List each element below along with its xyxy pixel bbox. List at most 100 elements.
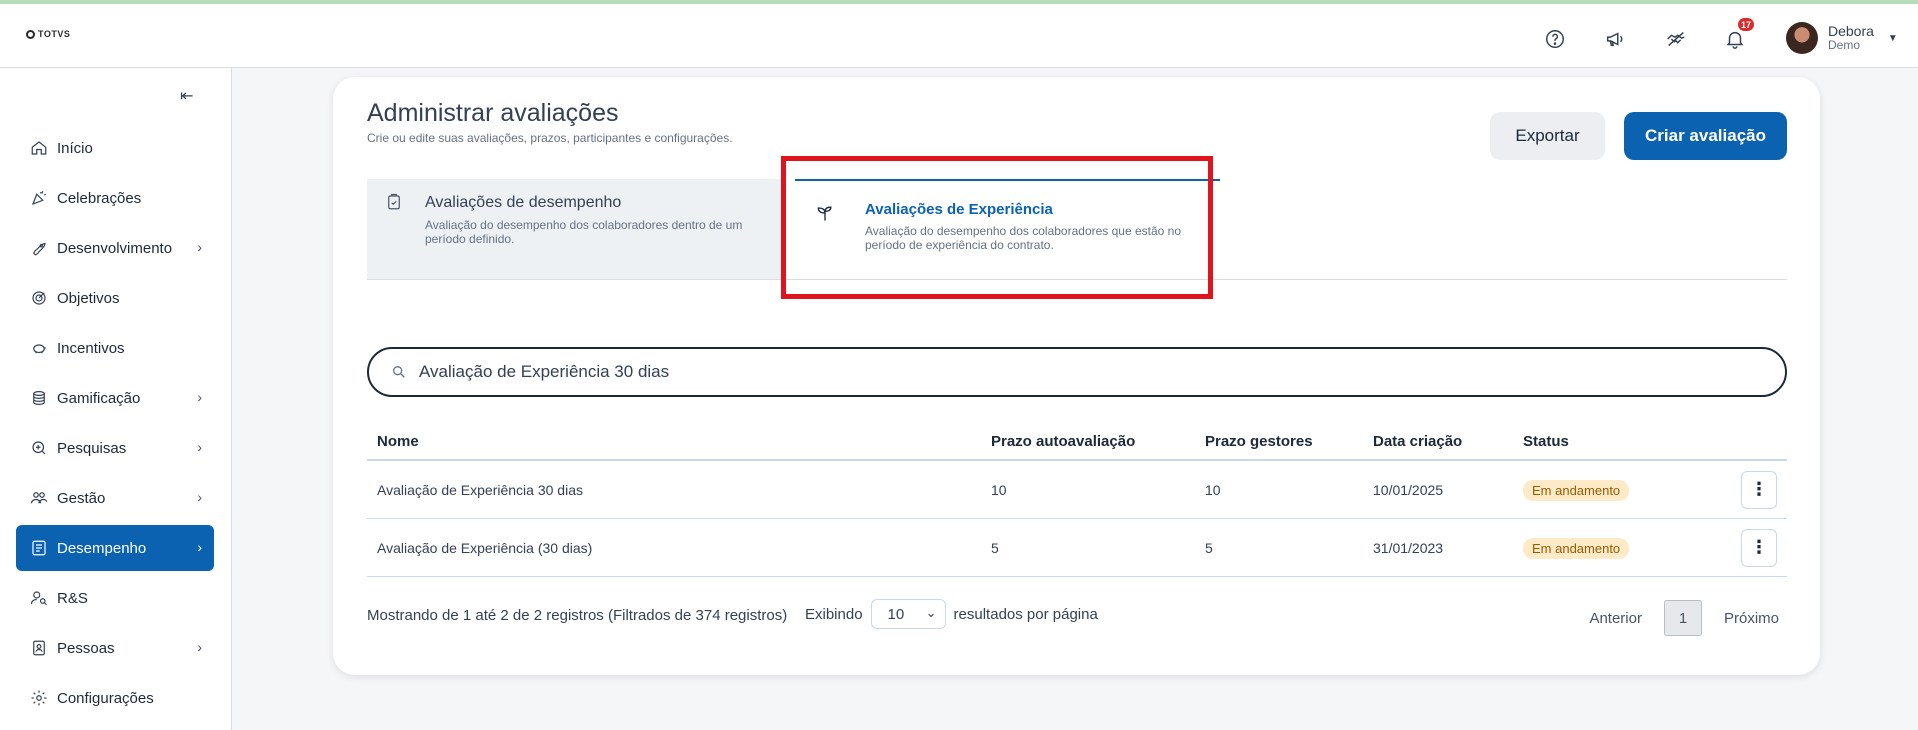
chevron-down-icon: ⌄ [925, 605, 937, 620]
cell-data-criacao: 31/01/2023 [1373, 539, 1444, 556]
chevron-right-icon: › [197, 489, 202, 505]
page-subtitle: Crie ou edite suas avaliações, prazos, p… [367, 131, 733, 145]
sidebar-item-gestao[interactable]: Gestão › [16, 475, 214, 521]
target-icon [29, 288, 49, 308]
checklist-icon [29, 538, 49, 558]
search-doc-icon [29, 438, 49, 458]
sidebar-item-incentivos[interactable]: Incentivos [16, 325, 214, 371]
create-evaluation-button[interactable]: Criar avaliação [1624, 112, 1787, 160]
search-icon [393, 366, 405, 378]
search-bar[interactable] [367, 347, 1787, 397]
cell-nome: Avaliação de Experiência 30 dias [377, 481, 583, 498]
column-header-nome[interactable]: Nome [367, 433, 991, 450]
cell-data-criacao: 10/01/2025 [1373, 481, 1444, 498]
sidebar-item-rs[interactable]: R&S [16, 575, 214, 621]
tab-description: Avaliação do desempenho dos colaboradore… [865, 224, 1182, 252]
totvs-logo[interactable]: TOTVS [26, 29, 70, 39]
sidebar-item-label: Celebrações [57, 189, 142, 207]
clipboard-check-icon [385, 193, 403, 211]
per-page-select[interactable]: 10 ⌄ [870, 599, 946, 629]
table-footer: Mostrando de 1 até 2 de 2 registros (Fil… [367, 597, 1787, 636]
per-page-suffix: resultados por página [953, 605, 1098, 623]
sidebar-item-label: Desempenho [57, 539, 147, 557]
piggy-icon [29, 338, 49, 358]
sidebar-item-label: Configurações [57, 689, 154, 707]
row-actions-button[interactable]: ⋮ [1741, 470, 1777, 509]
chevron-right-icon: › [197, 239, 202, 255]
table-row[interactable]: Avaliação de Experiência 30 dias 10 10 1… [367, 461, 1787, 519]
sidebar-item-desempenho[interactable]: Desempenho › [16, 525, 214, 571]
tab-title: Avaliações de Experiência [865, 201, 1053, 218]
coins-icon [29, 388, 49, 408]
sidebar-item-pesquisas[interactable]: Pesquisas › [16, 425, 214, 471]
caret-down-icon: ▼ [1887, 32, 1898, 44]
tab-avaliacoes-experiencia[interactable]: Avaliações de Experiência Avaliação do d… [795, 179, 1220, 279]
user-name: Debora [1828, 23, 1874, 39]
notifications-count-badge: 17 [1737, 18, 1754, 31]
chevron-right-icon: › [197, 539, 202, 555]
sprout-icon [815, 203, 833, 221]
tab-title: Avaliações de desempenho [425, 194, 622, 211]
main-card: Administrar avaliações Crie ou edite sua… [333, 77, 1820, 675]
logo-text: TOTVS [38, 29, 71, 39]
cell-nome: Avaliação de Experiência (30 dias) [377, 539, 593, 556]
badge-icon [29, 638, 49, 658]
cell-prazo-gestores: 5 [1205, 539, 1213, 556]
column-header-data-criacao[interactable]: Data criação [1373, 433, 1523, 450]
search-input[interactable] [419, 362, 1719, 382]
column-header-prazo-gestores[interactable]: Prazo gestores [1205, 433, 1373, 450]
tab-description: Avaliação do desempenho dos colaboradore… [425, 218, 743, 246]
help-icon[interactable] [1542, 26, 1568, 52]
table-header: Nome Prazo autoavaliação Prazo gestores … [367, 423, 1787, 461]
page-number-button[interactable]: 1 [1663, 600, 1702, 636]
page-title: Administrar avaliações [367, 99, 619, 127]
sidebar-item-label: Desenvolvimento [57, 239, 173, 257]
party-icon [29, 188, 49, 208]
tab-avaliacoes-desempenho[interactable]: Avaliações de desempenho Avaliação do de… [367, 179, 785, 279]
chevron-right-icon: › [197, 639, 202, 655]
evaluations-table: Nome Prazo autoavaliação Prazo gestores … [367, 423, 1787, 577]
collapse-sidebar-icon[interactable]: ⇤ [180, 86, 193, 106]
pagination: Anterior 1 Próximo [1581, 600, 1787, 636]
column-header-prazo-autoavaliacao[interactable]: Prazo autoavaliação [991, 433, 1205, 450]
cell-prazo-autoavaliacao: 10 [991, 481, 1007, 498]
handshake-icon[interactable] [1663, 26, 1689, 52]
column-header-status[interactable]: Status [1523, 433, 1731, 450]
chevron-right-icon: › [197, 439, 202, 455]
sidebar-item-objetivos[interactable]: Objetivos [16, 275, 214, 321]
sidebar-item-label: Pesquisas [57, 439, 127, 457]
export-button[interactable]: Exportar [1490, 112, 1605, 160]
sidebar: ⇤ Início Celebrações Desenvolvimento › O… [0, 68, 232, 730]
next-page-link[interactable]: Próximo [1716, 610, 1787, 627]
sidebar-item-label: R&S [57, 589, 88, 607]
sidebar-item-inicio[interactable]: Início [16, 125, 214, 171]
notifications-bell-icon[interactable]: 17 [1722, 18, 1754, 52]
row-actions-button[interactable]: ⋮ [1741, 528, 1777, 567]
sidebar-item-celebracoes[interactable]: Celebrações [16, 175, 214, 221]
top-header: TOTVS 17 Debora Demo ▼ [0, 4, 1918, 68]
sidebar-item-gamificacao[interactable]: Gamificação › [16, 375, 214, 421]
sidebar-item-label: Pessoas [57, 639, 115, 657]
user-menu[interactable]: Debora Demo ▼ [1786, 22, 1898, 54]
megaphone-icon[interactable] [1602, 26, 1628, 52]
records-summary: Mostrando de 1 até 2 de 2 registros (Fil… [367, 607, 788, 624]
cell-prazo-gestores: 10 [1205, 481, 1221, 498]
per-page-value: 10 [887, 605, 905, 623]
status-badge: Em andamento [1523, 537, 1630, 559]
sidebar-item-label: Gamificação [57, 389, 141, 407]
home-icon [29, 138, 49, 158]
sidebar-item-label: Incentivos [57, 339, 125, 357]
sidebar-item-label: Objetivos [57, 289, 120, 307]
cell-prazo-autoavaliacao: 5 [991, 539, 999, 556]
sidebar-item-configuracoes[interactable]: Configurações [16, 675, 214, 721]
sidebar-nav: Início Celebrações Desenvolvimento › Obj… [16, 125, 214, 725]
per-page-control: Exibindo 10 ⌄ resultados por página [805, 599, 1098, 629]
gear-icon [29, 688, 49, 708]
user-subtitle: Demo [1828, 38, 1861, 52]
sidebar-item-desenvolvimento[interactable]: Desenvolvimento › [16, 225, 214, 271]
sidebar-item-pessoas[interactable]: Pessoas › [16, 625, 214, 671]
previous-page-link[interactable]: Anterior [1581, 610, 1650, 627]
logo-mark-icon [26, 29, 35, 39]
table-row[interactable]: Avaliação de Experiência (30 dias) 5 5 3… [367, 519, 1787, 577]
status-badge: Em andamento [1523, 479, 1630, 501]
